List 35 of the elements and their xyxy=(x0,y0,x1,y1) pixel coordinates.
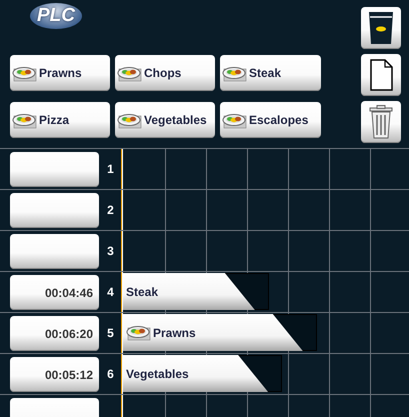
recipe-button[interactable]: Vegetables xyxy=(115,102,215,138)
recipe-button[interactable]: Escalopes xyxy=(220,102,321,138)
plate-icon xyxy=(222,112,248,128)
program-bar[interactable]: Prawns xyxy=(123,314,317,351)
trash-icon xyxy=(369,105,393,139)
row-number: 5 xyxy=(106,325,115,342)
plate-icon xyxy=(222,64,248,82)
plate-icon xyxy=(12,112,38,128)
row-number: 3 xyxy=(106,243,115,260)
row-number: 1 xyxy=(106,161,115,178)
recipe-button[interactable]: Chops xyxy=(115,55,215,91)
program-bar[interactable]: Vegetables xyxy=(123,355,282,392)
time-slot-button[interactable]: 00:05:12 xyxy=(10,357,99,392)
time-slot-button[interactable] xyxy=(10,193,99,228)
plate-icon xyxy=(117,64,143,82)
document-button[interactable] xyxy=(361,54,401,96)
row-number: 2 xyxy=(106,202,115,219)
recipe-button[interactable]: Prawns xyxy=(10,55,110,91)
time-slot-button[interactable]: 00:06:20 xyxy=(10,316,99,351)
time-slot-button[interactable] xyxy=(10,152,99,187)
document-icon xyxy=(369,59,393,91)
cup-button[interactable] xyxy=(361,7,401,49)
program-bar[interactable]: Steak xyxy=(123,273,269,310)
trash-button[interactable] xyxy=(361,101,401,143)
time-slot-button[interactable]: 00:04:46 xyxy=(10,275,99,310)
row-number: 4 xyxy=(106,284,115,301)
recipe-button[interactable]: Pizza xyxy=(10,102,110,138)
plate-icon xyxy=(117,112,143,128)
recipe-button[interactable]: Steak xyxy=(220,55,321,91)
row-number: 6 xyxy=(106,366,115,383)
logo: PLC xyxy=(30,3,82,29)
cup-icon xyxy=(368,10,394,46)
plate-icon xyxy=(126,324,152,341)
time-slot-button[interactable] xyxy=(10,234,99,269)
plate-icon xyxy=(12,64,38,82)
